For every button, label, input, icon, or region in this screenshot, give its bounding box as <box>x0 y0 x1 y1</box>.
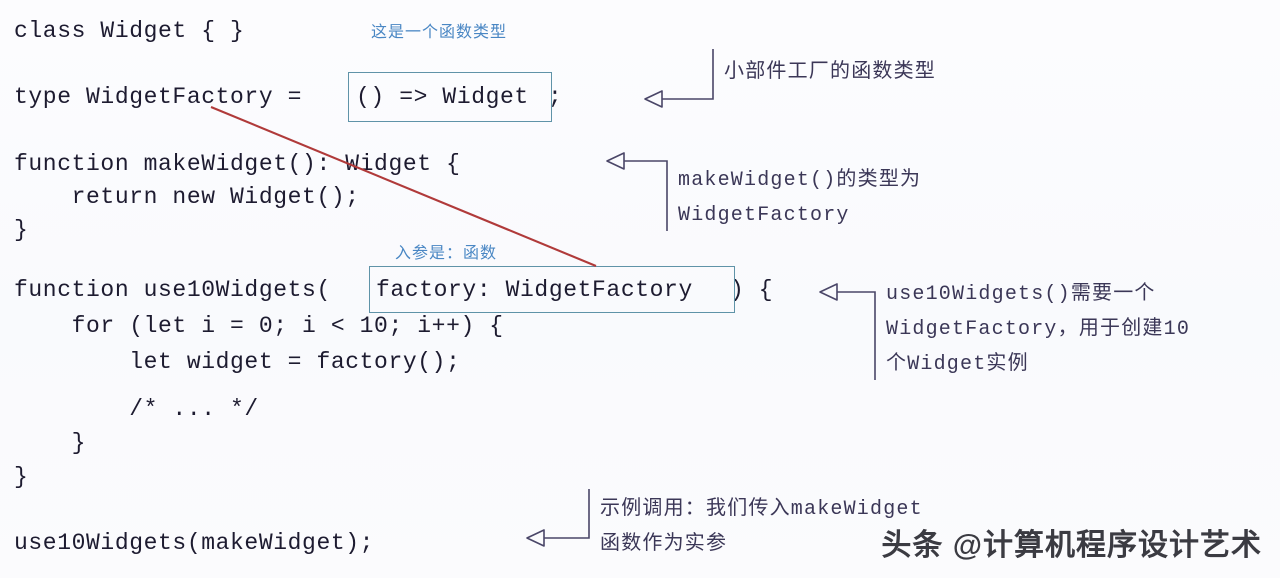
use10widgets-note: use10Widgets()需要一个 WidgetFactory，用于创建10 个W… <box>886 277 1190 382</box>
make-widget-type-note: makeWidget()的类型为 WidgetFactory <box>678 163 921 233</box>
annotation-line: 小部件工厂的函数类型 <box>724 61 936 84</box>
code-line: return new Widget(); <box>14 184 360 210</box>
code-line: class Widget { } <box>14 18 245 44</box>
widget-factory-note: 小部件工厂的函数类型 <box>724 55 936 90</box>
annotation-line: 示例调用：我们传入makeWidget <box>600 498 923 521</box>
code-line: for (let i = 0; i < 10; i++) { <box>14 313 504 339</box>
annotation-line: use10Widgets()需要一个 <box>886 283 1156 306</box>
code-line: /* ... */ <box>14 396 259 422</box>
code-line: ) { <box>730 277 774 303</box>
code-line: function makeWidget(): Widget { <box>14 151 461 177</box>
code-line: } <box>14 217 29 243</box>
parameter-is-function-label: 入参是：函数 <box>395 245 498 262</box>
factory-parameter-box <box>369 266 735 313</box>
annotation-line: 函数作为实参 <box>600 533 728 556</box>
example-call-note: 示例调用：我们传入makeWidget 函数作为实参 <box>600 492 923 562</box>
code-line: let widget = factory(); <box>14 349 461 375</box>
annotation-line: 个Widget实例 <box>886 353 1029 376</box>
code-line: function use10Widgets( <box>14 277 331 303</box>
function-type-label: 这是一个函数类型 <box>371 24 508 41</box>
code-line: } <box>14 464 29 490</box>
annotation-line: WidgetFactory，用于创建10 <box>886 318 1191 341</box>
code-line: type WidgetFactory = <box>14 84 317 110</box>
code-line: } <box>14 430 87 456</box>
watermark: 头条 @计算机程序设计艺术 <box>881 529 1262 562</box>
function-type-box <box>348 72 552 122</box>
annotation-line: WidgetFactory <box>678 204 850 227</box>
code-line: use10Widgets(makeWidget); <box>14 530 375 556</box>
annotation-line: makeWidget()的类型为 <box>678 169 922 192</box>
annotated-code-figure: class Widget { } type WidgetFactory = () … <box>0 0 1280 578</box>
